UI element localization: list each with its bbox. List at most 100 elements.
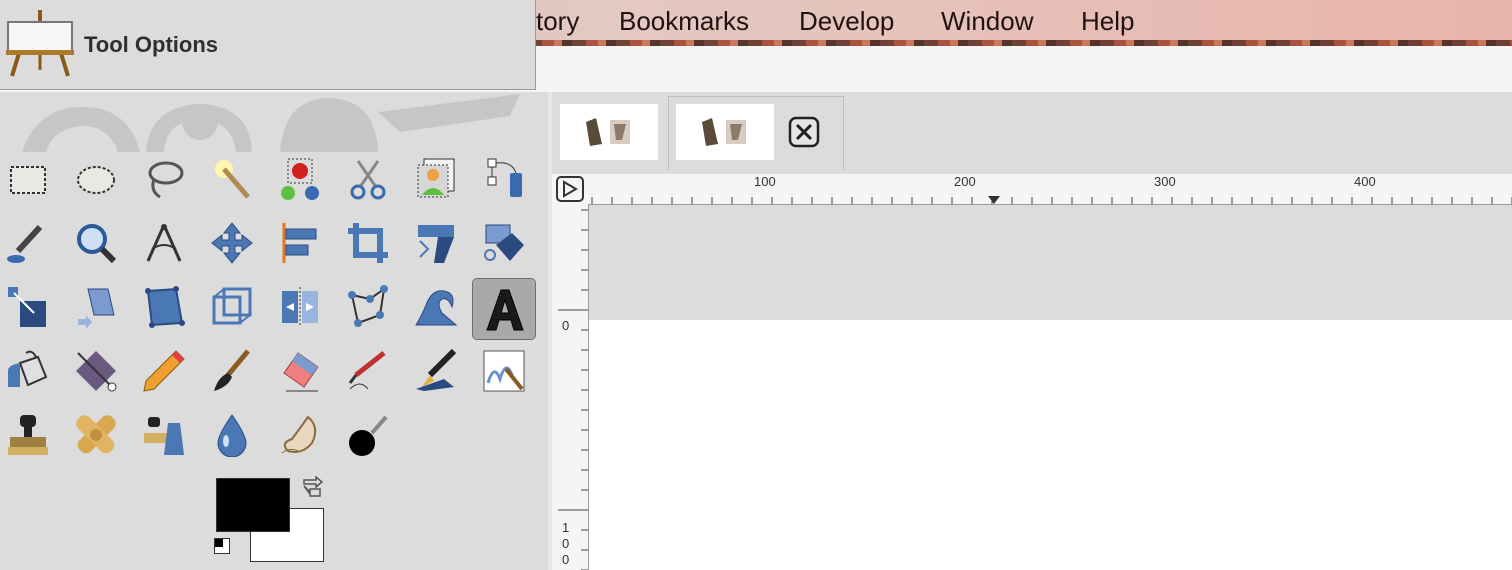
bucket-fill-icon — [8, 350, 48, 387]
horizontal-ruler[interactable]: 100 200 300 400 — [588, 174, 1512, 205]
close-tab-icon[interactable] — [788, 116, 820, 148]
tool-fuzzy-select[interactable] — [200, 148, 264, 210]
tool-perspective[interactable] — [64, 276, 128, 338]
tool-options-title: Tool Options — [84, 32, 219, 57]
crop-icon — [348, 223, 388, 263]
image-window: 100 200 300 400 0 1 0 0 — [548, 92, 1512, 570]
fg-bg-color-area — [214, 476, 326, 562]
ink-icon — [416, 349, 457, 391]
dodge-burn-icon — [349, 415, 388, 456]
tool-unified-transform[interactable] — [132, 276, 196, 338]
perspective-icon — [78, 288, 115, 329]
tool-measure[interactable] — [132, 212, 196, 274]
tool-paths[interactable] — [472, 148, 536, 210]
zoom-icon — [77, 224, 117, 264]
move-icon — [211, 222, 253, 264]
tool-ink[interactable] — [404, 340, 468, 402]
menu-develop[interactable]: Develop — [799, 6, 894, 37]
pencil-icon — [143, 350, 185, 392]
easel-icon — [6, 10, 74, 77]
quick-mask-arrow-icon — [556, 176, 584, 202]
mypaint-brush-icon — [483, 350, 525, 392]
swap-colors-icon[interactable] — [300, 476, 324, 500]
tool-options-tab[interactable]: Tool Options — [0, 0, 536, 90]
image-canvas[interactable] — [589, 320, 1512, 570]
fuzzy-select-icon — [215, 160, 250, 199]
tool-perspective-clone[interactable] — [132, 404, 196, 466]
tool-bucket-fill[interactable] — [0, 340, 60, 402]
clone-icon — [8, 415, 48, 455]
vruler-label-0: 0 — [562, 318, 570, 333]
tool-text[interactable] — [472, 278, 536, 340]
tool-rotate[interactable] — [404, 212, 468, 274]
tool-heal[interactable] — [64, 404, 128, 466]
tool-move[interactable] — [200, 212, 264, 274]
hruler-label-400: 400 — [1354, 174, 1376, 189]
tool-rect-select[interactable] — [0, 148, 60, 210]
eraser-icon — [283, 352, 319, 392]
blur-sharpen-icon — [217, 414, 247, 457]
tool-airbrush[interactable] — [336, 340, 400, 402]
menu-bookmarks[interactable]: Bookmarks — [619, 6, 749, 37]
foreground-select-icon — [417, 158, 455, 198]
tool-mypaint-brush[interactable] — [472, 340, 536, 402]
gradient-icon — [76, 351, 117, 392]
default-colors-icon[interactable] — [214, 538, 230, 554]
tool-pencil[interactable] — [132, 340, 196, 402]
tool-smudge[interactable] — [268, 404, 332, 466]
tool-flip[interactable] — [268, 276, 332, 338]
flip-icon — [282, 287, 318, 327]
vruler-label-1: 1 — [562, 520, 570, 535]
hruler-label-100: 100 — [754, 174, 776, 189]
canvas-padding[interactable] — [589, 205, 1512, 320]
tool-eraser[interactable] — [268, 340, 332, 402]
select-by-color-icon — [281, 158, 319, 200]
rect-select-icon — [10, 166, 46, 194]
tool-cage-transform[interactable] — [336, 276, 400, 338]
rotate-icon — [418, 225, 454, 263]
tool-select-by-color[interactable] — [268, 148, 332, 210]
warp-transform-icon — [415, 290, 458, 326]
foreground-color-swatch[interactable] — [216, 478, 290, 532]
menu-help[interactable]: Help — [1081, 6, 1134, 37]
perspective-clone-icon — [144, 417, 184, 455]
tool-shear[interactable] — [0, 276, 60, 338]
scale-icon — [484, 224, 524, 261]
image-thumbnail-icon — [702, 118, 746, 146]
unified-transform-icon — [145, 286, 185, 328]
tool-scissors-select[interactable] — [336, 148, 400, 210]
tool-dodge-burn[interactable] — [336, 404, 400, 466]
vertical-ruler-ticks — [558, 209, 588, 570]
smudge-icon — [281, 415, 317, 454]
tool-warp-transform[interactable] — [404, 276, 468, 338]
airbrush-icon — [348, 351, 386, 390]
heal-icon — [76, 415, 116, 454]
tool-align[interactable] — [268, 212, 332, 274]
image-tab-1[interactable] — [560, 104, 658, 160]
tool-ellipse-select[interactable] — [64, 148, 128, 210]
tool-crop[interactable] — [336, 212, 400, 274]
tool-color-picker[interactable] — [0, 212, 60, 274]
tool-foreground-select[interactable] — [404, 148, 468, 210]
menu-window[interactable]: Window — [941, 6, 1033, 37]
measure-icon — [146, 224, 182, 262]
tool-blur-sharpen[interactable] — [200, 404, 264, 466]
tool-free-select[interactable] — [132, 148, 196, 210]
hruler-label-300: 300 — [1154, 174, 1176, 189]
vertical-ruler[interactable]: 0 1 0 0 — [552, 204, 589, 570]
tool-paintbrush[interactable] — [200, 340, 264, 402]
shear-icon — [8, 287, 46, 327]
tool-scale[interactable] — [472, 212, 536, 274]
image-tab-2[interactable] — [676, 104, 774, 160]
menu-history[interactable]: tory — [536, 6, 579, 37]
scissors-select-icon — [350, 160, 386, 200]
toolbox — [0, 92, 548, 570]
wilber-drop-area-icon — [22, 94, 520, 152]
ruler-corner[interactable] — [552, 174, 588, 204]
tool-zoom[interactable] — [64, 212, 128, 274]
tool-gradient[interactable] — [64, 340, 128, 402]
paintbrush-icon — [214, 349, 250, 391]
tool-3d-transform[interactable] — [200, 276, 264, 338]
tool-clone[interactable] — [0, 404, 60, 466]
paths-icon — [487, 158, 522, 197]
